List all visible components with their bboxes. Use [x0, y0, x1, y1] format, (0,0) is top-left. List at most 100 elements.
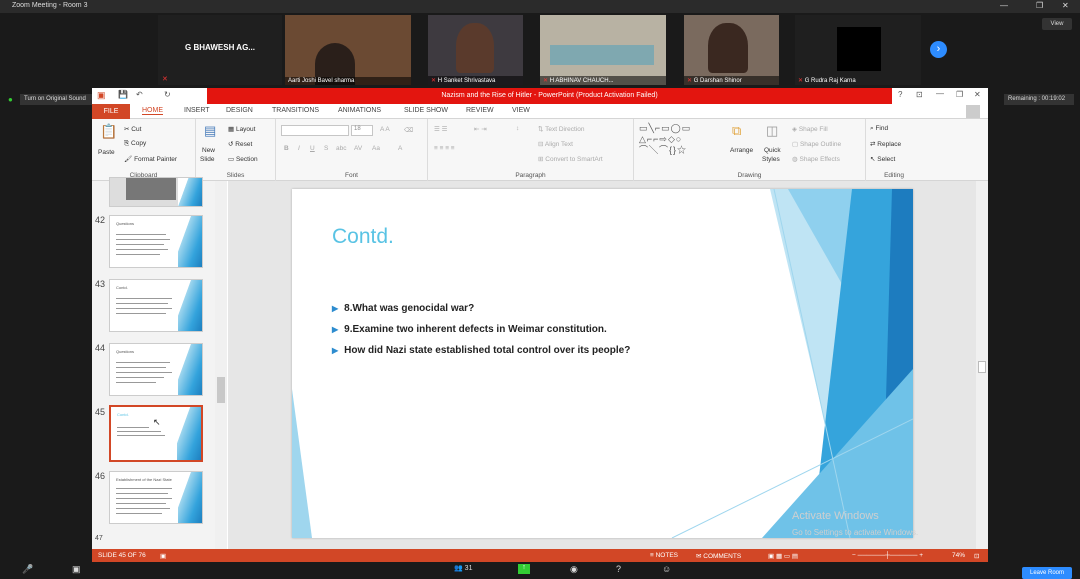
spellcheck-icon[interactable]: ▣: [160, 552, 166, 560]
grow-font-icon[interactable]: A A: [380, 126, 390, 133]
cut-button[interactable]: ✂ Cut: [124, 125, 141, 133]
record-icon[interactable]: ◉: [570, 564, 578, 575]
tab-design[interactable]: DESIGN: [226, 107, 253, 114]
slide-thumbnail[interactable]: Contd.: [109, 279, 203, 332]
char-spacing-button[interactable]: AV: [354, 145, 362, 152]
slide-bullet[interactable]: ▶ 8.What was genocidal war?: [332, 303, 474, 314]
section-button[interactable]: ▭ Section: [228, 155, 258, 163]
find-button[interactable]: ⌕ Find: [870, 125, 888, 133]
reset-button[interactable]: ↺ Reset: [228, 140, 252, 148]
maximize-icon[interactable]: ❐: [1036, 1, 1043, 10]
tab-home[interactable]: HOME: [142, 107, 163, 115]
tab-review[interactable]: REVIEW: [466, 107, 494, 114]
mute-mic-icon[interactable]: 🎤: [22, 564, 33, 575]
participant-tile[interactable]: G BHAWESH AG... ✕: [158, 15, 282, 85]
convert-smartart-button[interactable]: ⊞ Convert to SmartArt: [538, 155, 603, 163]
shapes-gallery[interactable]: ▭╲⌐▭◯▭ △⌐⌐⇨◇○ ⌒╲⌒{}☆: [639, 123, 691, 156]
shape-fill-button[interactable]: ◈ Shape Fill: [792, 125, 828, 133]
zoom-level[interactable]: 74%: [952, 552, 965, 559]
ribbon-display-icon[interactable]: ⊡: [916, 90, 923, 99]
font-size-box[interactable]: 18: [351, 125, 373, 136]
align-icons[interactable]: ≡ ≡ ≡ ≡: [434, 145, 455, 152]
select-button[interactable]: ↖ Select: [870, 155, 895, 163]
change-case-button[interactable]: Aa: [372, 145, 380, 152]
arrange-button[interactable]: Arrange: [730, 147, 753, 154]
format-painter-button[interactable]: 🖌 Format Painter: [124, 155, 177, 163]
slide-thumbnail[interactable]: Establishment of the Nazi State: [109, 471, 203, 524]
arrange-icon[interactable]: ⧉: [732, 123, 741, 139]
reactions-icon[interactable]: ☺: [662, 564, 671, 574]
indent-icon[interactable]: ⇤ ⇥: [474, 125, 487, 133]
notes-button[interactable]: ≡ NOTES: [650, 552, 678, 559]
new-slide-icon[interactable]: ▤: [204, 123, 216, 139]
minimize-icon[interactable]: —: [936, 89, 944, 98]
close-icon[interactable]: ✕: [1062, 1, 1069, 10]
slide-thumbnail[interactable]: [109, 177, 203, 207]
underline-button[interactable]: U: [310, 145, 315, 152]
quick-styles-button[interactable]: Quick: [764, 147, 781, 154]
leave-room-button[interactable]: Leave Room: [1022, 567, 1072, 579]
view-buttons[interactable]: ▣ ▦ ▭ ▤: [768, 552, 798, 560]
stop-video-icon[interactable]: ▣: [72, 564, 81, 575]
slide-thumbnail[interactable]: Questions: [109, 215, 203, 268]
scroll-thumb[interactable]: [217, 377, 225, 403]
user-avatar[interactable]: [966, 105, 980, 118]
shape-outline-button[interactable]: ▢ Shape Outline: [792, 140, 841, 148]
slide-bullet[interactable]: ▶ How did Nazi state established total co…: [332, 345, 630, 356]
view-button[interactable]: View: [1042, 18, 1072, 30]
fit-slide-icon[interactable]: ⊡: [974, 552, 979, 560]
zoom-slider[interactable]: − ──────┼────── +: [852, 552, 923, 559]
quick-styles-label[interactable]: Styles: [762, 156, 780, 163]
redo-icon[interactable]: ↻: [164, 90, 171, 99]
tab-transitions[interactable]: TRANSITIONS: [272, 107, 319, 114]
font-color-button[interactable]: A: [398, 145, 402, 152]
participant-tile[interactable]: ✕ H ABHINAV CHAUCH...: [540, 15, 666, 85]
participant-tile[interactable]: ✕ H Sanket Shrivastava: [428, 15, 523, 85]
tab-animations[interactable]: ANIMATIONS: [338, 107, 381, 114]
tab-insert[interactable]: INSERT: [184, 107, 210, 114]
new-slide-button[interactable]: New: [202, 147, 215, 154]
close-icon[interactable]: ✕: [974, 90, 981, 99]
clear-format-icon[interactable]: ⌫: [404, 126, 413, 134]
italic-button[interactable]: I: [298, 145, 300, 152]
slide-title[interactable]: Contd.: [332, 225, 394, 249]
participant-tile[interactable]: ✕ G Darshan Shinor: [684, 15, 779, 85]
tab-slide-show[interactable]: SLIDE SHOW: [404, 107, 448, 114]
help-icon[interactable]: ?: [898, 90, 902, 99]
new-slide-label[interactable]: Slide: [200, 156, 214, 163]
shadow-button[interactable]: S: [324, 145, 328, 152]
tab-view[interactable]: VIEW: [512, 107, 530, 114]
comments-button[interactable]: ✉ COMMENTS: [696, 552, 741, 560]
strikethrough-button[interactable]: abc: [336, 145, 346, 152]
font-name-box[interactable]: [281, 125, 349, 136]
slide-bullet[interactable]: ▶ 9.Examine two inherent defects in Weima…: [332, 324, 607, 335]
scroll-thumb[interactable]: [978, 361, 986, 373]
quick-styles-icon[interactable]: ◫: [766, 123, 778, 139]
save-icon[interactable]: 💾: [118, 90, 128, 99]
line-spacing-icon[interactable]: ↕: [516, 125, 519, 132]
text-direction-button[interactable]: ⇅ Text Direction: [538, 125, 585, 133]
slide-scrollbar[interactable]: [976, 181, 988, 549]
copy-button[interactable]: ⎘ Copy: [124, 140, 146, 148]
paste-icon[interactable]: 📋: [100, 123, 117, 140]
thumbnail-scrollbar[interactable]: [215, 181, 227, 549]
current-slide[interactable]: Contd. ▶ 8.What was genocidal war? ▶ 9.Exa…: [292, 189, 913, 538]
restore-icon[interactable]: ❐: [956, 90, 963, 99]
undo-icon[interactable]: ↶: [136, 90, 143, 99]
align-text-button[interactable]: ⊟ Align Text: [538, 140, 573, 148]
layout-button[interactable]: ▦ Layout: [228, 125, 255, 133]
share-screen-icon[interactable]: ↑: [518, 564, 530, 574]
next-page-arrow-icon[interactable]: ›: [930, 41, 947, 58]
participants-button[interactable]: 👥 31: [454, 564, 472, 572]
tab-file[interactable]: FILE: [92, 104, 130, 119]
paste-button[interactable]: Paste: [98, 149, 115, 156]
bullets-icon[interactable]: ☰ ☰: [434, 125, 447, 133]
minimize-icon[interactable]: —: [1000, 1, 1008, 10]
slide-thumbnail-selected[interactable]: Contd. ↖: [109, 405, 203, 462]
help-icon[interactable]: ?: [616, 564, 621, 574]
participant-tile[interactable]: Aarti Joshi Bavel sharma: [285, 15, 411, 85]
slide-thumbnail[interactable]: Questions: [109, 343, 203, 396]
replace-button[interactable]: ⇄ Replace: [870, 140, 901, 148]
bold-button[interactable]: B: [284, 145, 289, 152]
shape-effects-button[interactable]: ◍ Shape Effects: [792, 155, 840, 163]
